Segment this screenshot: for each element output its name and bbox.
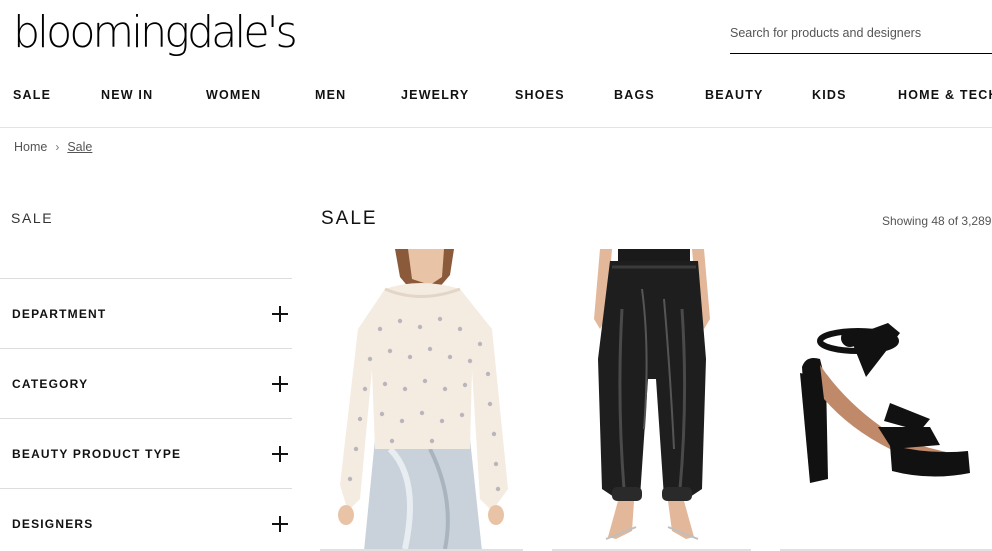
product-card[interactable] [320, 249, 523, 551]
breadcrumb-home[interactable]: Home [14, 140, 47, 154]
facet-beauty-product-type[interactable]: BEAUTY PRODUCT TYPE [0, 418, 292, 488]
search-input[interactable] [730, 22, 992, 44]
nav-home-tech[interactable]: HOME & TECH [898, 88, 992, 102]
facet-category[interactable]: CATEGORY [0, 348, 292, 418]
facet-department[interactable]: DEPARTMENT [0, 278, 292, 348]
nav-beauty[interactable]: BEAUTY [705, 88, 764, 102]
plus-icon[interactable] [272, 375, 290, 393]
breadcrumb: Home › Sale [14, 140, 92, 154]
plus-icon[interactable] [272, 515, 290, 533]
nav-divider [0, 127, 992, 128]
facet-label: DEPARTMENT [12, 307, 107, 321]
page-title: SALE [321, 208, 378, 229]
nav-men[interactable]: MEN [315, 88, 346, 102]
plus-icon[interactable] [272, 445, 290, 463]
search-box[interactable] [730, 22, 992, 54]
sidebar-title: SALE [11, 210, 54, 226]
nav-bags[interactable]: BAGS [614, 88, 655, 102]
nav-jewelry[interactable]: JEWELRY [401, 88, 469, 102]
plus-icon[interactable] [272, 305, 290, 323]
nav-new-in[interactable]: NEW IN [101, 88, 153, 102]
facet-designers[interactable]: DESIGNERS [0, 488, 292, 551]
product-image-pants[interactable] [552, 249, 751, 551]
bloomingdales-logo[interactable]: bloomingdale's [13, 8, 298, 58]
facet-label: CATEGORY [12, 377, 89, 391]
nav-kids[interactable]: KIDS [812, 88, 847, 102]
product-image-sweater[interactable] [320, 249, 523, 551]
facet-label: BEAUTY PRODUCT TYPE [12, 447, 182, 461]
results-count: Showing 48 of 3,289 [882, 214, 992, 228]
breadcrumb-sale[interactable]: Sale [67, 140, 92, 154]
chevron-right-icon: › [55, 140, 60, 154]
facet-label: DESIGNERS [12, 517, 94, 531]
nav-women[interactable]: WOMEN [206, 88, 261, 102]
product-image-sandal[interactable] [780, 249, 992, 551]
nav-sale[interactable]: SALE [13, 88, 51, 102]
nav-shoes[interactable]: SHOES [515, 88, 565, 102]
main-navigation: SALE NEW IN WOMEN MEN JEWELRY SHOES BAGS… [0, 88, 992, 112]
product-card[interactable] [780, 249, 992, 551]
product-card[interactable] [552, 249, 751, 551]
